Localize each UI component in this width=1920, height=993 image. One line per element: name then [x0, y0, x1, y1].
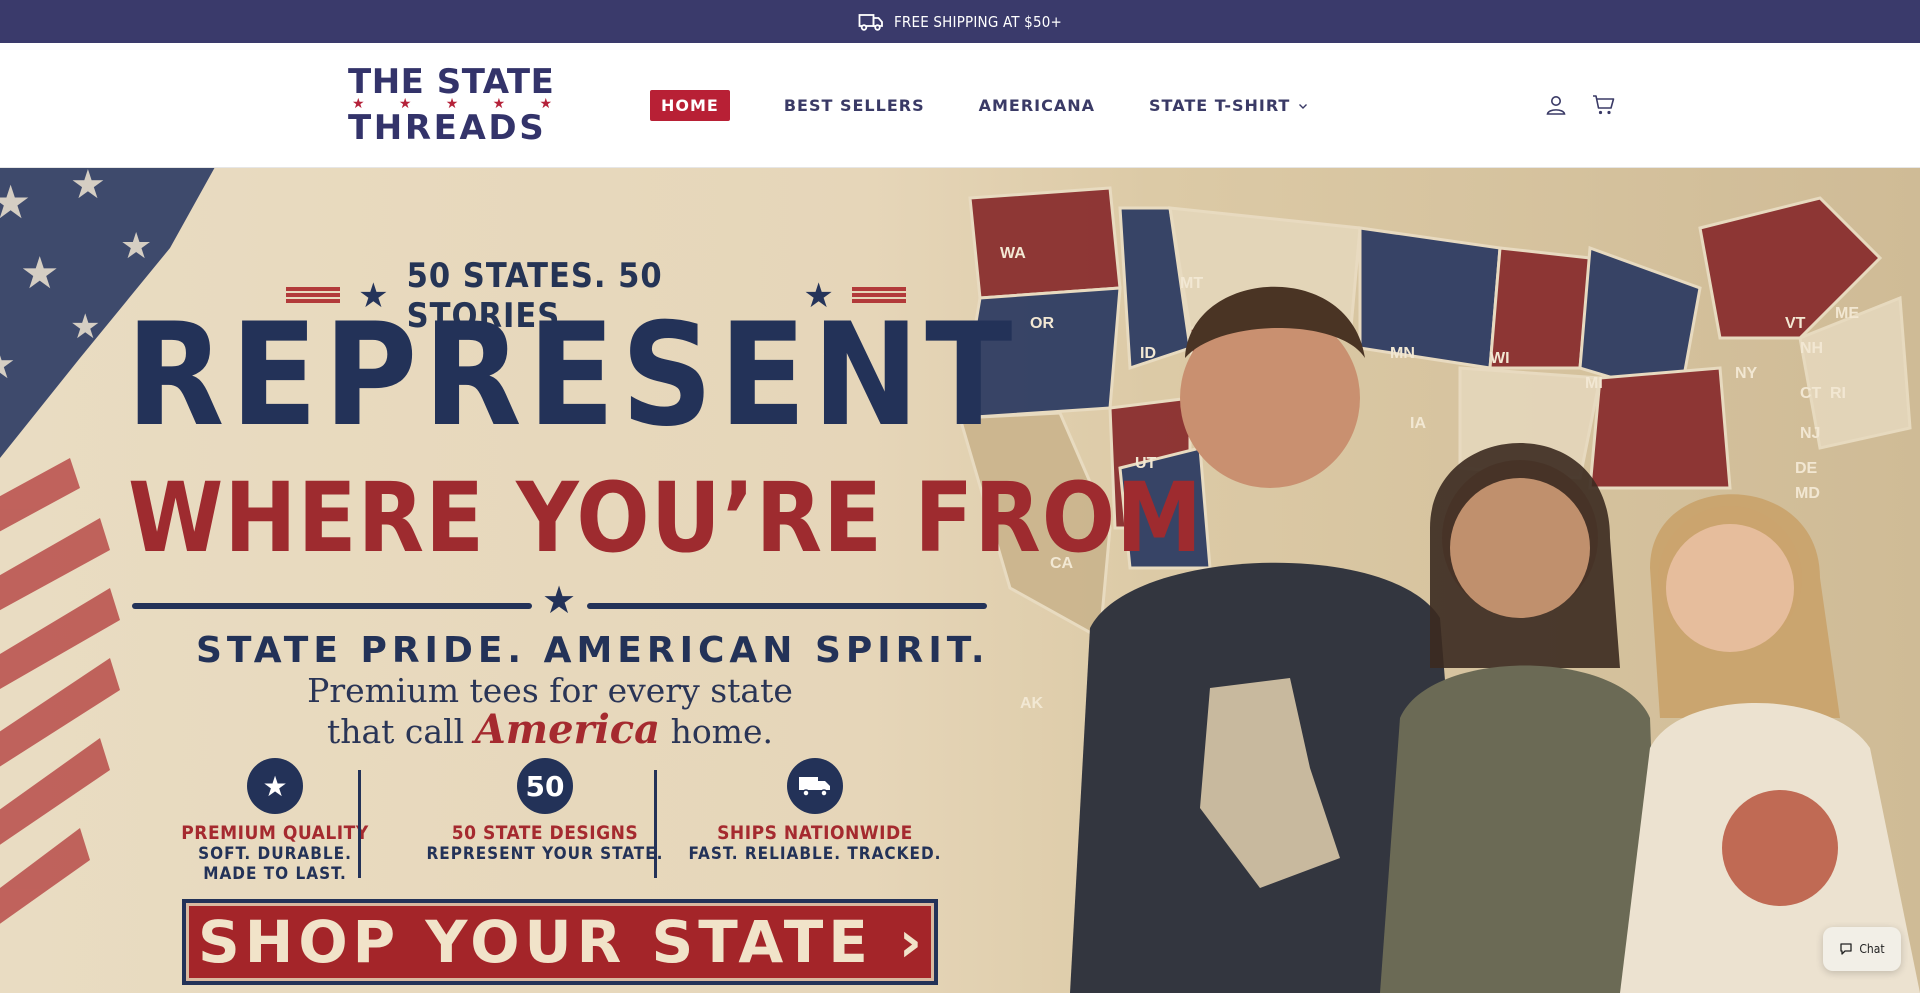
hero-subhead: STATE PRIDE. AMERICAN SPIRIT.: [196, 630, 990, 671]
main-nav: HOME BEST SELLERS AMERICANA STATE T-SHIR…: [650, 90, 1308, 121]
feature-desc: FAST. RELIABLE. TRACKED.: [688, 844, 942, 864]
account-icon[interactable]: [1544, 93, 1568, 117]
chevron-right-icon: ›: [898, 909, 922, 975]
star-icon: ★: [542, 580, 577, 622]
svg-text:★: ★: [120, 225, 152, 266]
svg-text:★: ★: [0, 176, 31, 228]
brand-logo[interactable]: THE STATE ★ ★ ★ ★ ★ THREADS: [348, 65, 558, 145]
feature-separator: [358, 770, 361, 878]
feature-title: SHIPS NATIONWIDE: [717, 822, 913, 844]
feature-list: ★ PREMIUM QUALITY SOFT. DURABLE. MADE TO…: [140, 758, 950, 884]
feature-desc: MADE TO LAST.: [203, 864, 347, 885]
chevron-down-icon: [1299, 103, 1308, 109]
chat-label: Chat: [1859, 942, 1885, 956]
announcement-bar: FREE SHIPPING AT $50+: [0, 0, 1920, 43]
headline-divider: ★: [132, 582, 987, 622]
nav-home[interactable]: HOME: [650, 90, 730, 121]
feature-shipping: SHIPS NATIONWIDE FAST. RELIABLE. TRACKED…: [680, 758, 950, 874]
truck-badge-icon: [787, 758, 843, 814]
nav-state-tshirt-label: STATE T-SHIRT: [1149, 96, 1291, 115]
fifty-badge-icon: 50: [517, 758, 573, 814]
hero-copy: Premium tees for every state that call A…: [300, 671, 800, 753]
feature-desc: REPRESENT YOUR STATE.: [426, 844, 664, 864]
hero-copy-line1: Premium tees for every state: [307, 671, 793, 710]
brand-line1: THE STATE: [348, 62, 555, 102]
cart-icon[interactable]: [1592, 93, 1616, 117]
chat-bubble-icon: [1840, 943, 1853, 955]
feature-desc: SOFT. DURABLE.: [198, 844, 352, 864]
site-header: THE STATE ★ ★ ★ ★ ★ THREADS HOME BEST SE…: [0, 43, 1920, 168]
hero-copy-pre: that call: [326, 711, 465, 751]
nav-americana[interactable]: AMERICANA: [979, 96, 1095, 115]
feature-designs: 50 50 STATE DESIGNS REPRESENT YOUR STATE…: [410, 758, 680, 874]
hero-copy-script: America: [474, 705, 661, 753]
feature-separator: [654, 770, 657, 878]
brand-line2: THREADS: [348, 108, 547, 148]
models-photo: [1070, 286, 1920, 993]
hero-copy-line2: that call America home.: [300, 705, 800, 753]
hero-banner[interactable]: ★ ★ ★ ★ ★ ★: [0, 168, 1920, 993]
cta-label: SHOP YOUR STATE: [198, 908, 873, 976]
svg-text:★: ★: [70, 168, 106, 207]
hero-headline-secondary: WHERE YOU’RE FROM: [128, 462, 1204, 574]
nav-best-sellers[interactable]: BEST SELLERS: [784, 96, 925, 115]
hero-headline-primary: REPRESENT: [126, 293, 1019, 458]
svg-text:★: ★: [0, 343, 16, 387]
hero-copy-post: home.: [670, 711, 773, 751]
feature-quality: ★ PREMIUM QUALITY SOFT. DURABLE. MADE TO…: [140, 758, 410, 884]
truck-icon: [799, 777, 830, 797]
svg-text:★: ★: [20, 249, 59, 298]
nav-state-tshirt[interactable]: STATE T-SHIRT: [1149, 96, 1308, 115]
feature-title: PREMIUM QUALITY: [181, 822, 369, 844]
chat-button[interactable]: Chat: [1823, 927, 1901, 971]
svg-text:★: ★: [70, 308, 100, 346]
star-badge-icon: ★: [247, 758, 303, 814]
feature-title: 50 STATE DESIGNS: [451, 822, 639, 844]
shop-your-state-button[interactable]: SHOP YOUR STATE ›: [182, 899, 938, 985]
truck-icon: [858, 13, 883, 31]
header-icons: [1544, 93, 1616, 117]
announcement-text: FREE SHIPPING AT $50+: [893, 12, 1063, 31]
